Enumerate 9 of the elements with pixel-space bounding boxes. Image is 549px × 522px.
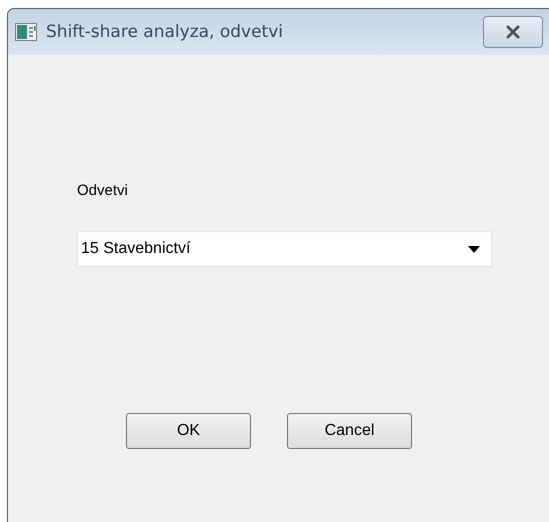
- close-icon: [505, 25, 521, 39]
- cancel-button[interactable]: Cancel: [287, 413, 412, 449]
- window-icon: [15, 23, 37, 41]
- close-button[interactable]: [483, 16, 543, 48]
- dropdown-caret-icon: [468, 246, 480, 252]
- dropdown[interactable]: 15 Stavebnictví: [77, 231, 492, 267]
- ok-button[interactable]: OK: [126, 413, 251, 449]
- field-label: Odvetvi: [77, 182, 129, 199]
- window-title: Shift-share analyza, odvetvi: [46, 22, 284, 42]
